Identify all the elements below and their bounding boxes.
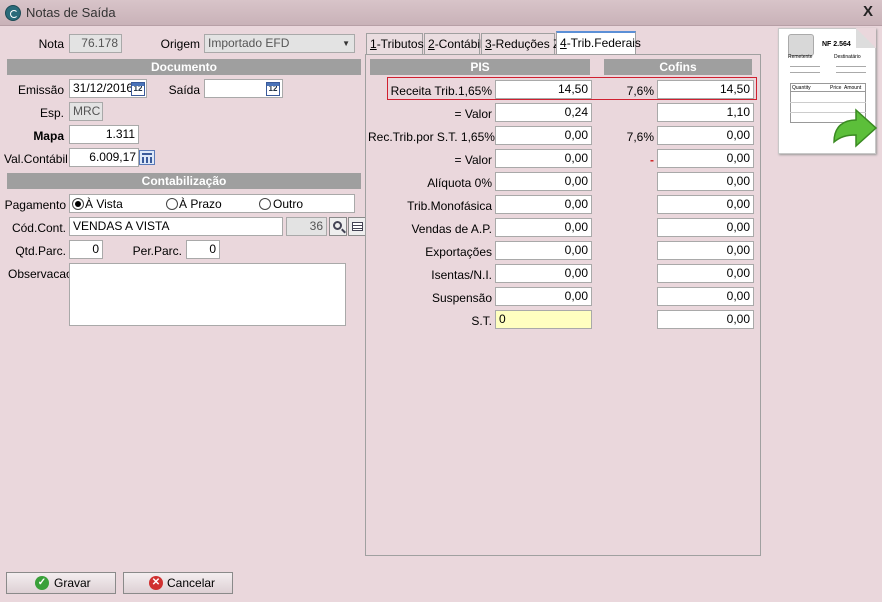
origem-select[interactable]: Importado EFD ▼ xyxy=(204,34,355,53)
printer-icon xyxy=(788,34,814,56)
list-icon xyxy=(352,222,363,231)
calendar-icon[interactable]: 12 xyxy=(266,82,280,96)
fed-row-label: = Valor xyxy=(454,153,492,167)
radio-outro-label[interactable]: Outro xyxy=(273,197,303,211)
observacao-textarea[interactable] xyxy=(69,263,346,326)
saida-label: Saída xyxy=(168,83,200,97)
close-icon[interactable]: X xyxy=(858,3,878,21)
pis-value-field[interactable]: 0,24 xyxy=(495,103,592,122)
origem-value: Importado EFD xyxy=(208,36,290,50)
title-bar xyxy=(0,0,882,26)
export-document-icon[interactable]: NF 2.564 Remetente Destinatário Quantity… xyxy=(778,28,878,156)
observacao-label: Observacao xyxy=(8,267,73,281)
emissao-label: Emissão xyxy=(17,83,64,97)
esp-field[interactable]: MRC xyxy=(69,102,103,121)
radio-a-vista[interactable] xyxy=(72,198,84,210)
cofins-pct-label: 7,6% xyxy=(626,84,654,98)
cofins-header: Cofins xyxy=(604,59,752,75)
pagamento-label: Pagamento xyxy=(4,198,66,212)
perparc-label: Per.Parc. xyxy=(132,244,182,258)
cofins-value-field[interactable]: 0,00 xyxy=(657,126,754,145)
cofins-pct-label: 7,6% xyxy=(626,130,654,144)
codcont-field[interactable]: VENDAS A VISTA xyxy=(69,217,283,236)
nota-label: Nota xyxy=(38,37,64,51)
radio-a-prazo[interactable] xyxy=(166,198,178,210)
window-title: Notas de Saída xyxy=(26,5,116,20)
chevron-down-icon: ▼ xyxy=(342,39,350,48)
calculator-icon[interactable] xyxy=(139,150,155,165)
contabilizacao-header: Contabilização xyxy=(7,173,361,189)
perparc-field[interactable]: 0 xyxy=(186,240,220,259)
cofins-pct-label: - xyxy=(650,153,654,167)
radio-outro[interactable] xyxy=(259,198,271,210)
cofins-value-field[interactable]: 0,00 xyxy=(657,241,754,260)
calendar-icon[interactable]: 12 xyxy=(131,82,145,96)
cofins-value-field[interactable]: 0,00 xyxy=(657,149,754,168)
fed-row-label: Vendas de A.P. xyxy=(411,222,492,236)
pis-value-field[interactable]: 0,00 xyxy=(495,149,592,168)
cofins-value-field[interactable]: 1,10 xyxy=(657,103,754,122)
gravar-button[interactable]: ✓ Gravar xyxy=(6,572,116,594)
gravar-label: Gravar xyxy=(54,576,91,590)
fed-row-label: Suspensão xyxy=(431,291,492,305)
list-button[interactable] xyxy=(348,217,366,236)
pis-header: PIS xyxy=(370,59,590,75)
cofins-value-field[interactable]: 0,00 xyxy=(657,287,754,306)
cofins-value-field[interactable]: 0,00 xyxy=(657,218,754,237)
pis-value-field[interactable]: 0,00 xyxy=(495,241,592,260)
tab-tributos[interactable]: 1-Tributos xyxy=(366,33,424,55)
doc-card-col-left: Remetente xyxy=(788,54,813,60)
esp-label: Esp. xyxy=(39,106,64,120)
fed-row-label: = Valor xyxy=(454,107,492,121)
pis-value-field[interactable]: 0,00 xyxy=(495,287,592,306)
tab-contabil[interactable]: 2-Contábil xyxy=(424,33,483,55)
cofins-value-field[interactable]: 0,00 xyxy=(657,195,754,214)
fed-row-label: Alíquota 0% xyxy=(427,176,492,190)
qtdparc-field[interactable]: 0 xyxy=(69,240,103,259)
nota-field[interactable]: 76.178 xyxy=(69,34,122,53)
cofins-value-field[interactable]: 0,00 xyxy=(657,172,754,191)
pis-value-field[interactable]: 0 xyxy=(495,310,592,329)
search-button[interactable] xyxy=(329,217,347,236)
valcontabil-label: Val.Contábil xyxy=(4,152,68,166)
pis-value-field[interactable]: 0,00 xyxy=(495,218,592,237)
cofins-value-field[interactable]: 0,00 xyxy=(657,310,754,329)
mapa-label: Mapa xyxy=(33,129,64,143)
check-icon: ✓ xyxy=(35,576,49,590)
arrow-right-icon xyxy=(833,108,878,148)
fed-row-label: S.T. xyxy=(471,314,492,328)
radio-a-prazo-label[interactable]: À Prazo xyxy=(179,197,222,211)
pis-value-field[interactable]: 0,00 xyxy=(495,264,592,283)
pis-value-field[interactable]: 0,00 xyxy=(495,195,592,214)
codcont-label: Cód.Cont. xyxy=(11,221,66,235)
cancelar-button[interactable]: ✕ Cancelar xyxy=(123,572,233,594)
doc-card-col-right: Destinatário xyxy=(834,54,861,60)
mapa-field[interactable]: 1.311 xyxy=(69,125,139,144)
qtdparc-label: Qtd.Parc. xyxy=(15,244,66,258)
cofins-value-field[interactable]: 14,50 xyxy=(657,80,754,99)
origem-label: Origem xyxy=(160,37,200,51)
fed-row-label: Trib.Monofásica xyxy=(407,199,492,213)
app-icon xyxy=(5,5,21,21)
fed-row-label: Receita Trib.1,65% xyxy=(390,84,492,98)
doc-card-title: NF 2.564 xyxy=(822,41,851,48)
tab-trib-federais[interactable]: 4-Trib.Federais xyxy=(556,31,641,55)
fed-row-label: Exportações xyxy=(425,245,492,259)
pis-value-field[interactable]: 14,50 xyxy=(495,80,592,99)
cancelar-label: Cancelar xyxy=(167,576,216,590)
tab-reducoes-z[interactable]: 3-Reduções Z xyxy=(481,33,560,55)
valcontabil-field[interactable]: 6.009,17 xyxy=(69,148,139,167)
pis-value-field[interactable]: 0,00 xyxy=(495,172,592,191)
radio-a-vista-label[interactable]: À Vista xyxy=(85,197,123,211)
cancel-icon: ✕ xyxy=(149,576,163,590)
fed-row-label: Isentas/N.I. xyxy=(431,268,492,282)
fed-row-label: Rec.Trib.por S.T. 1,65% xyxy=(368,130,495,144)
codcont-code-field[interactable]: 36 xyxy=(286,217,327,236)
cofins-value-field[interactable]: 0,00 xyxy=(657,264,754,283)
pis-value-field[interactable]: 0,00 xyxy=(495,126,592,145)
documento-header: Documento xyxy=(7,59,361,75)
